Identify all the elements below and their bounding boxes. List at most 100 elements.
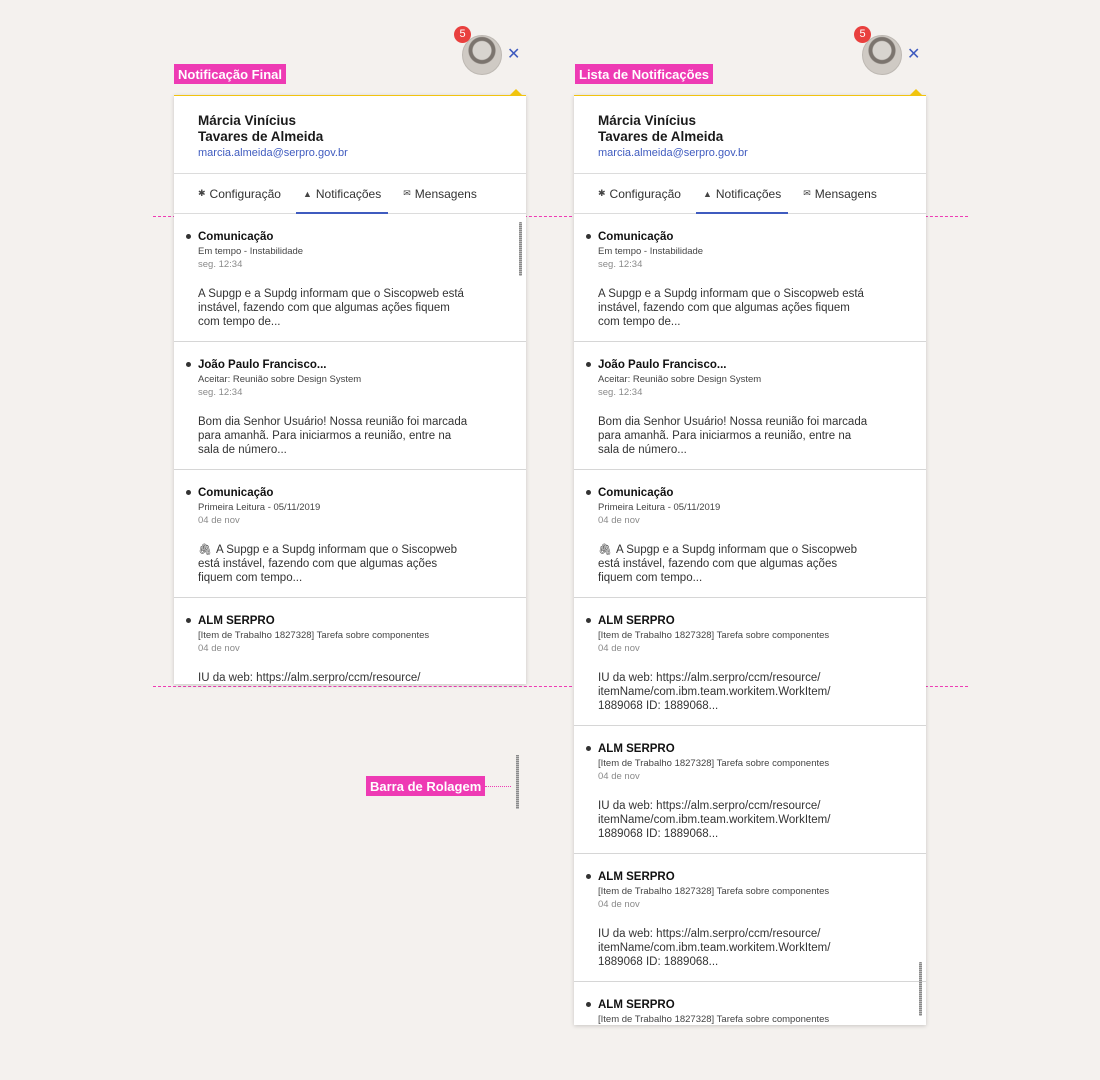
notification-item[interactable]: Comunicação Primeira Leitura - 05/11/2019… [174,470,526,598]
notification-subtitle: Aceitar: Reunião sobre Design System [598,374,762,385]
notification-body-text: Bom dia Senhor Usuário! Nossa reunião fo… [198,416,468,456]
notification-subtitle: [Item de Trabalho 1827328] Tarefa sobre … [598,630,830,641]
unread-dot-icon [586,362,591,367]
tab-label: Mensagens [814,186,877,201]
notification-item[interactable]: ALM SERPRO [Item de Trabalho 1827328] Tar… [574,726,926,854]
notification-title: João Paulo Francisco... [198,359,327,371]
user-name-line2: Tavares de Almeida [198,129,324,144]
notification-item[interactable]: João Paulo Francisco... Aceitar: Reunião … [174,342,526,470]
unread-dot-icon [186,618,191,623]
unread-dot-icon [586,746,591,751]
notification-title: Comunicação [598,231,674,243]
notification-subtitle: Primeira Leitura - 05/11/2019 [198,502,321,513]
panel-caret [910,89,922,95]
user-name-line1: Márcia Vinícius [598,113,697,128]
notification-subtitle: Aceitar: Reunião sobre Design System [198,374,362,385]
notification-title: Comunicação [198,231,274,243]
notification-body-text: IU da web: https://alm.serpro/ccm/resour… [198,672,421,684]
tab-configurao[interactable]: ✱ Configuração [598,174,681,213]
notification-title: João Paulo Francisco... [598,359,727,371]
notification-time: 04 de nov [598,515,640,526]
avatar-left[interactable]: 5 [454,26,502,75]
unread-dot-icon [586,1002,591,1007]
notification-count-badge: 5 [454,26,471,43]
notification-subtitle: [Item de Trabalho 1827328] Tarefa sobre … [598,758,830,769]
notification-list[interactable]: Comunicação Em tempo - Instabilidade seg. … [574,214,926,1025]
gear-icon: ✱ [198,188,206,198]
envelope-icon: ✉ [803,188,811,198]
notification-body-text: A Supgp e a Supdg informam que o Siscopw… [598,544,857,584]
scrollbar[interactable] [919,962,922,1016]
tab-configurao[interactable]: ✱ Configuração [198,174,281,213]
notification-body: IU da web: https://alm.serpro/ccm/resour… [598,671,896,713]
notification-body: A Supgp e a Supdg informam que o Siscopw… [198,287,496,329]
notification-time: seg. 12:34 [598,387,643,398]
user-email-link[interactable]: marcia.almeida@serpro.gov.br [198,146,502,160]
scrollbar-sample [516,755,519,809]
notification-count-badge: 5 [854,26,871,43]
notification-item[interactable]: ALM SERPRO [Item de Trabalho 1827328] Tar… [574,598,926,726]
envelope-icon: ✉ [403,188,411,198]
notification-item[interactable]: ALM SERPRO [Item de Trabalho 1827328] Tar… [574,854,926,982]
notification-time: seg. 12:34 [598,259,643,270]
tab-notificaes[interactable]: ▲ Notificações [295,174,389,214]
notification-item[interactable]: Comunicação Em tempo - Instabilidade seg. … [174,214,526,342]
avatar [862,35,902,75]
notification-item[interactable]: ALM SERPRO [Item de Trabalho 1827328] Tar… [174,598,526,684]
notification-body-text: A Supgp e a Supdg informam que o Siscopw… [198,288,464,328]
notification-time: 04 de nov [198,515,240,526]
gear-icon: ✱ [598,188,606,198]
tab-mensagens[interactable]: ✉ Mensagens [403,174,477,213]
panel-caret [510,89,522,95]
notification-body: IU da web: https://alm.serpro/ccm/resour… [198,671,496,684]
notification-body-text: IU da web: https://alm.serpro/ccm/resour… [598,672,831,712]
user-name-line2: Tavares de Almeida [598,129,724,144]
tab-label: Configuração [609,186,681,201]
notification-subtitle: Primeira Leitura - 05/11/2019 [598,502,721,513]
notification-subtitle: Em tempo - Instabilidade [598,246,704,257]
notification-body: IU da web: https://alm.serpro/ccm/resour… [598,799,896,841]
unread-dot-icon [586,618,591,623]
unread-dot-icon [586,874,591,879]
annotation-final-notification: Notificação Final [174,64,287,84]
user-info: Márcia Vinícius Tavares de Almeida marcia.… [174,96,526,174]
tab-label: Notificações [315,186,382,201]
notification-time: 04 de nov [198,643,240,654]
notification-title: ALM SERPRO [198,615,275,627]
bell-icon: ▲ [302,188,312,199]
notification-body: 🖇 A Supgp e a Supdg informam que o Siscop… [198,543,496,585]
notification-list[interactable]: Comunicação Em tempo - Instabilidade seg. … [174,214,526,684]
notification-subtitle: [Item de Trabalho 1827328] Tarefa sobre … [598,886,830,897]
close-icon[interactable]: ✕ [907,47,920,63]
notification-item[interactable]: Comunicação Em tempo - Instabilidade seg. … [574,214,926,342]
notification-time: 04 de nov [598,643,640,654]
tab-mensagens[interactable]: ✉ Mensagens [803,174,877,213]
unread-dot-icon [186,234,191,239]
annotation-notification-list: Lista de Notificações [575,64,714,84]
notification-time: 04 de nov [598,771,640,782]
notification-title: Comunicação [198,487,274,499]
scrollbar[interactable] [519,222,522,276]
notification-subtitle: [Item de Trabalho 1827328] Tarefa sobre … [598,1014,830,1025]
tab-notificaes[interactable]: ▲ Notificações [695,174,789,214]
notification-item[interactable]: ALM SERPRO [Item de Trabalho 1827328] Tar… [574,982,926,1025]
user-email-link[interactable]: marcia.almeida@serpro.gov.br [598,146,902,160]
notification-time: seg. 12:34 [198,387,243,398]
attachment-icon: 🖇 [198,544,212,556]
notification-body-text: Bom dia Senhor Usuário! Nossa reunião fo… [598,416,868,456]
close-icon[interactable]: ✕ [507,47,520,63]
notification-body: Bom dia Senhor Usuário! Nossa reunião fo… [598,415,896,457]
avatar-right[interactable]: 5 [854,26,902,75]
notification-body-text: A Supgp e a Supdg informam que o Siscopw… [198,544,457,584]
notification-item[interactable]: João Paulo Francisco... Aceitar: Reunião … [574,342,926,470]
unread-dot-icon [186,362,191,367]
notification-body-text: IU da web: https://alm.serpro/ccm/resour… [598,800,831,840]
notification-subtitle: [Item de Trabalho 1827328] Tarefa sobre … [198,630,430,641]
user-name-line1: Márcia Vinícius [198,113,297,128]
notification-body-text: IU da web: https://alm.serpro/ccm/resour… [598,928,831,968]
unread-dot-icon [586,490,591,495]
notification-item[interactable]: Comunicação Primeira Leitura - 05/11/2019… [574,470,926,598]
attachment-icon: 🖇 [598,544,612,556]
tab-bar: ✱ Configuração ▲ Notificações ✉ Mensagens [174,174,526,214]
notification-body: 🖇 A Supgp e a Supdg informam que o Siscop… [598,543,896,585]
